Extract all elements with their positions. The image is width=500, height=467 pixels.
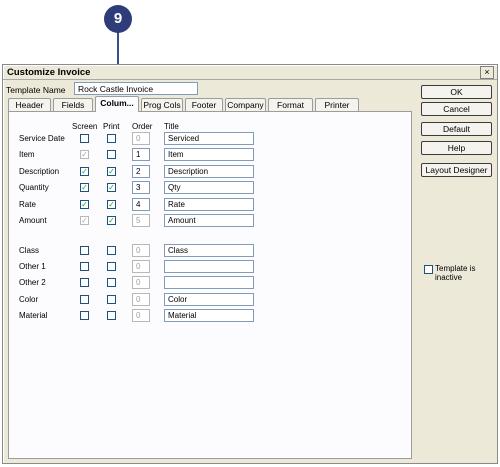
print-checkbox-color[interactable] xyxy=(107,295,116,304)
row-label-material: Material xyxy=(19,311,48,320)
dialog-title: Customize Invoice xyxy=(7,67,91,78)
order-field-item[interactable]: 1 xyxy=(132,148,150,161)
order-field-rate[interactable]: 4 xyxy=(132,198,150,211)
screen-checkbox-description[interactable]: ✓ xyxy=(80,167,89,176)
template-inactive-label: Template is inactive xyxy=(435,264,476,282)
row-label-quantity: Quantity xyxy=(19,183,49,192)
order-column-header: Order xyxy=(132,122,153,131)
order-field-color[interactable]: 0 xyxy=(132,293,150,306)
print-checkbox-item[interactable] xyxy=(107,150,116,159)
screen-checkbox-item[interactable]: ✓ xyxy=(80,150,89,159)
print-checkbox-amount[interactable]: ✓ xyxy=(107,216,116,225)
template-name-label: Template Name xyxy=(6,85,66,95)
title-field-amount[interactable]: Amount xyxy=(164,214,254,227)
tab-fields[interactable]: Fields xyxy=(53,98,93,111)
print-checkbox-service-date[interactable] xyxy=(107,134,116,143)
order-field-other-2[interactable]: 0 xyxy=(132,276,150,289)
tab-header[interactable]: Header xyxy=(8,98,51,111)
order-field-class[interactable]: 0 xyxy=(132,244,150,257)
row-label-rate: Rate xyxy=(19,200,36,209)
order-field-material[interactable]: 0 xyxy=(132,309,150,322)
row-label-color: Color xyxy=(19,295,39,304)
dialog-titlebar: Customize Invoice × xyxy=(3,65,497,79)
title-field-item[interactable]: Item xyxy=(164,148,254,161)
title-field-service-date[interactable]: Serviced xyxy=(164,132,254,145)
tab-prog-cols[interactable]: Prog Cols xyxy=(141,98,183,111)
screen-checkbox-rate[interactable]: ✓ xyxy=(80,200,89,209)
print-checkbox-description[interactable]: ✓ xyxy=(107,167,116,176)
print-checkbox-quantity[interactable]: ✓ xyxy=(107,183,116,192)
order-field-other-1[interactable]: 0 xyxy=(132,260,150,273)
tab-colum[interactable]: Colum... xyxy=(95,96,139,112)
layout-designer-button[interactable]: Layout Designer xyxy=(421,163,492,177)
print-checkbox-class[interactable] xyxy=(107,246,116,255)
cancel-button[interactable]: Cancel xyxy=(421,102,492,116)
title-field-description[interactable]: Description xyxy=(164,165,254,178)
title-field-material[interactable]: Material xyxy=(164,309,254,322)
order-field-amount[interactable]: 5 xyxy=(132,214,150,227)
row-label-other-2: Other 2 xyxy=(19,278,46,287)
screen-checkbox-service-date[interactable] xyxy=(80,134,89,143)
print-checkbox-rate[interactable]: ✓ xyxy=(107,200,116,209)
print-column-header: Print xyxy=(103,122,120,131)
title-field-color[interactable]: Color xyxy=(164,293,254,306)
template-inactive-checkbox[interactable] xyxy=(424,265,433,274)
title-field-class[interactable]: Class xyxy=(164,244,254,257)
close-icon[interactable]: × xyxy=(480,66,494,79)
screen-column-header: Screen xyxy=(72,122,98,131)
help-button[interactable]: Help xyxy=(421,141,492,155)
default-button[interactable]: Default xyxy=(421,122,492,136)
screen-checkbox-material[interactable] xyxy=(80,311,89,320)
screen-checkbox-other-1[interactable] xyxy=(80,262,89,271)
tab-footer[interactable]: Footer xyxy=(185,98,223,111)
screen-checkbox-color[interactable] xyxy=(80,295,89,304)
row-label-item: Item xyxy=(19,150,35,159)
screen-checkbox-quantity[interactable]: ✓ xyxy=(80,183,89,192)
print-checkbox-material[interactable] xyxy=(107,311,116,320)
row-label-amount: Amount xyxy=(19,216,47,225)
step-callout-badge: 9 xyxy=(104,5,132,33)
title-field-quantity[interactable]: Qty xyxy=(164,181,254,194)
titlebar-divider xyxy=(3,79,497,80)
customize-invoice-dialog: Customize Invoice × Template Name Rock C… xyxy=(2,64,498,464)
order-field-description[interactable]: 2 xyxy=(132,165,150,178)
print-checkbox-other-2[interactable] xyxy=(107,278,116,287)
row-label-other-1: Other 1 xyxy=(19,262,46,271)
title-field-other-2[interactable] xyxy=(164,276,254,289)
tab-format[interactable]: Format xyxy=(268,98,313,111)
ok-button[interactable]: OK xyxy=(421,85,492,99)
row-label-description: Description xyxy=(19,167,60,176)
row-label-class: Class xyxy=(19,246,40,255)
columns-panel: Screen Print Order Title Service Date 0 Se… xyxy=(8,111,412,459)
screen-checkbox-other-2[interactable] xyxy=(80,278,89,287)
print-checkbox-other-1[interactable] xyxy=(107,262,116,271)
order-field-service-date[interactable]: 0 xyxy=(132,132,150,145)
title-field-rate[interactable]: Rate xyxy=(164,198,254,211)
tab-company[interactable]: Company xyxy=(225,98,266,111)
title-column-header: Title xyxy=(164,122,179,131)
title-field-other-1[interactable] xyxy=(164,260,254,273)
screen-checkbox-class[interactable] xyxy=(80,246,89,255)
template-name-select[interactable]: Rock Castle Invoice xyxy=(74,82,198,95)
tab-printer[interactable]: Printer xyxy=(315,98,359,111)
row-label-service-date: Service Date xyxy=(19,134,65,143)
screen-checkbox-amount[interactable]: ✓ xyxy=(80,216,89,225)
order-field-quantity[interactable]: 3 xyxy=(132,181,150,194)
